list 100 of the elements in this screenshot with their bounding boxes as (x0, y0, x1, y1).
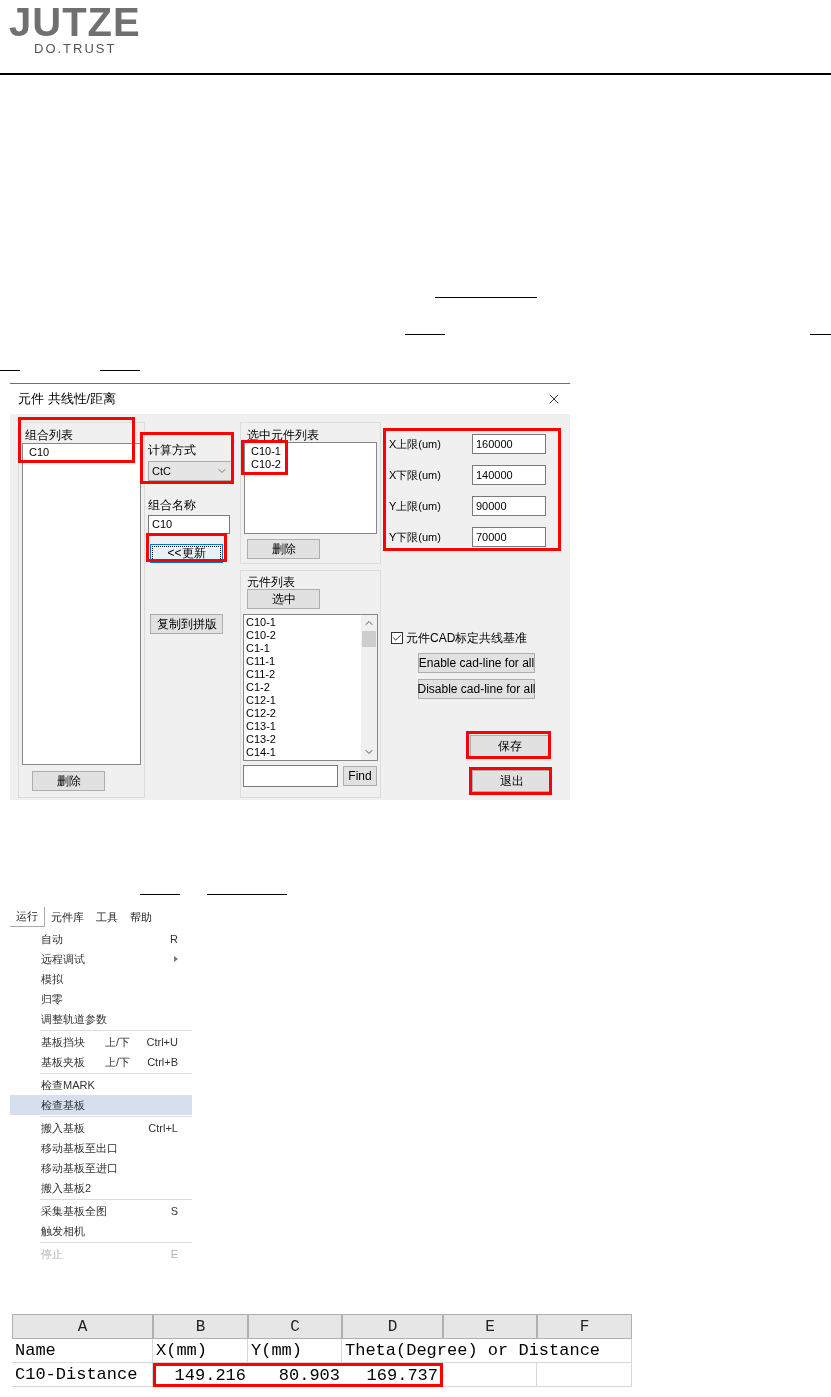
shortcut-label: E (170, 1246, 178, 1262)
component-listbox[interactable]: C10-1 C10-2 C1-1 C11-1 C11-2 C1-2 C12-1 C12-2 C13-1 C13-2 C14-1 (243, 614, 378, 761)
group-name-label: 组合名称 (148, 497, 197, 513)
dropdown-value: CtC (152, 463, 171, 479)
menu-bar-item[interactable]: 运行 (10, 907, 45, 927)
menu-item[interactable]: 调整轨道参数 (10, 1009, 192, 1029)
column-header[interactable]: A (12, 1314, 153, 1339)
list-item[interactable]: C11-2 (244, 668, 361, 681)
field-value: C10 (152, 517, 173, 533)
logo-wordmark: JUTZE (9, 2, 142, 42)
menu-item-label: 移动基板至出口 (41, 1140, 119, 1156)
find-field[interactable] (243, 765, 338, 787)
list-item[interactable]: C12-1 (244, 694, 361, 707)
exit-button[interactable]: 退出 (472, 770, 551, 792)
menu-item[interactable]: 自动 R (10, 929, 192, 949)
menu-bar-item[interactable]: 工具 (90, 907, 124, 927)
delete-button[interactable]: 删除 (32, 771, 105, 791)
copy-button[interactable]: 复制到拼版 (150, 614, 223, 634)
find-button[interactable]: Find (343, 766, 377, 786)
list-item[interactable]: C14-1 (244, 746, 361, 759)
save-button[interactable]: 保存 (470, 735, 549, 757)
window-title: 元件 共线性/距离 (18, 390, 117, 409)
column-header[interactable]: B (153, 1314, 248, 1339)
limit-label: X上限(um) (389, 436, 442, 452)
menu-item[interactable]: 移动基板至进口 (10, 1158, 192, 1178)
list-item[interactable]: C10-2 (244, 629, 361, 642)
menu-item-label: 触发相机 (41, 1223, 86, 1239)
selected-listbox[interactable]: C10-1 C10-2 (244, 442, 377, 534)
menu-item-label: 归零 (41, 991, 64, 1007)
table-cell: Y(mm) (248, 1339, 342, 1363)
menu-item[interactable]: 基板挡块 上/下 Ctrl+U (10, 1032, 192, 1052)
dropdown[interactable]: CtC (148, 461, 232, 481)
selected-list-label: 选中元件列表 (246, 427, 320, 442)
shortcut-label: R (170, 931, 178, 947)
scrollbar[interactable] (361, 615, 377, 760)
select-button[interactable]: 选中 (247, 589, 320, 609)
list-item[interactable]: C10-1 (245, 445, 283, 458)
scroll-thumb[interactable] (362, 631, 376, 647)
list-item[interactable]: C13-2 (244, 733, 361, 746)
menu-item[interactable]: 模拟 (10, 969, 192, 989)
menu-item-hint: 上/下 (105, 1034, 131, 1050)
menu-item[interactable]: 移动基板至出口 (10, 1138, 192, 1158)
menu-item-label: 基板夹板 (41, 1054, 86, 1070)
menu-item[interactable]: 检查基板 (10, 1095, 192, 1115)
column-header[interactable]: F (537, 1314, 632, 1339)
shortcut-label: Ctrl+U (146, 1034, 178, 1050)
column-header[interactable]: D (342, 1314, 443, 1339)
column-header[interactable]: C (248, 1314, 342, 1339)
list-item[interactable]: C1-2 (244, 681, 361, 694)
checkbox[interactable] (391, 632, 403, 644)
table-cell: 80.903 (248, 1363, 342, 1387)
field-value: 90000 (476, 498, 507, 514)
menu-item[interactable]: 远程调试 (10, 949, 192, 969)
field-value: 70000 (476, 529, 507, 545)
delete-button[interactable]: 删除 (247, 539, 320, 559)
limit-label: X下限(um) (389, 467, 442, 483)
limit-field[interactable]: 90000 (472, 496, 546, 516)
menu-item-hint: 上/下 (105, 1054, 131, 1070)
menu-item[interactable]: 搬入基板 Ctrl+L (10, 1118, 192, 1138)
list-item[interactable]: C1-1 (244, 642, 361, 655)
menu-item-label: 移动基板至进口 (41, 1160, 119, 1176)
limit-label: Y上限(um) (389, 498, 442, 514)
menu-item-label: 基板挡块 (41, 1034, 86, 1050)
list-item[interactable]: C11-1 (244, 655, 361, 668)
list-item[interactable]: C10-2 (245, 458, 283, 471)
column-header[interactable]: E (443, 1314, 537, 1339)
table-cell: 149.216 (153, 1363, 248, 1387)
table-cell: 169.737 (342, 1363, 443, 1387)
calc-method-label: 计算方式 (148, 442, 197, 459)
limit-label: Y下限(um) (389, 529, 442, 545)
list-item[interactable]: C10 (23, 445, 52, 459)
submenu-arrow-icon (174, 956, 178, 962)
check-icon (392, 633, 402, 643)
table-cell: X(mm) (153, 1339, 248, 1363)
menu-bar-item[interactable]: 元件库 (45, 907, 90, 927)
component-list-label: 元件列表 (246, 574, 296, 589)
limit-field[interactable]: 160000 (472, 434, 546, 454)
menu-bar-item[interactable]: 帮助 (124, 907, 158, 927)
menu-item-label: 停止 (41, 1246, 64, 1262)
enable-cad-line-button[interactable]: Enable cad-line for all (418, 653, 535, 673)
menu-item[interactable]: 基板夹板 上/下 Ctrl+B (10, 1052, 192, 1072)
table-cell: C10-Distance (12, 1363, 153, 1387)
menu-item-label: 检查基板 (41, 1097, 86, 1113)
list-item[interactable]: C13-1 (244, 720, 361, 733)
menu-item[interactable]: 检查MARK (10, 1075, 192, 1095)
shortcut-label: Ctrl+B (147, 1054, 178, 1070)
list-item[interactable]: C12-2 (244, 707, 361, 720)
group-listbox[interactable]: C10 (22, 443, 141, 765)
list-item[interactable]: C10-1 (244, 616, 361, 629)
group-name-field[interactable]: C10 (148, 515, 230, 534)
limit-field[interactable]: 70000 (472, 527, 546, 547)
menu-item-label: 搬入基板2 (41, 1180, 93, 1196)
menu-item[interactable]: 触发相机 (10, 1221, 192, 1241)
shortcut-label: Ctrl+L (148, 1120, 178, 1136)
menu-item[interactable]: 搬入基板2 (10, 1178, 192, 1198)
limit-field[interactable]: 140000 (472, 465, 546, 485)
menu-item[interactable]: 采集基板全图 S (10, 1201, 192, 1221)
menu-item[interactable]: 归零 (10, 989, 192, 1009)
disable-cad-line-button[interactable]: Disable cad-line for all (418, 679, 535, 699)
group-list-label: 组合列表 (24, 427, 74, 443)
